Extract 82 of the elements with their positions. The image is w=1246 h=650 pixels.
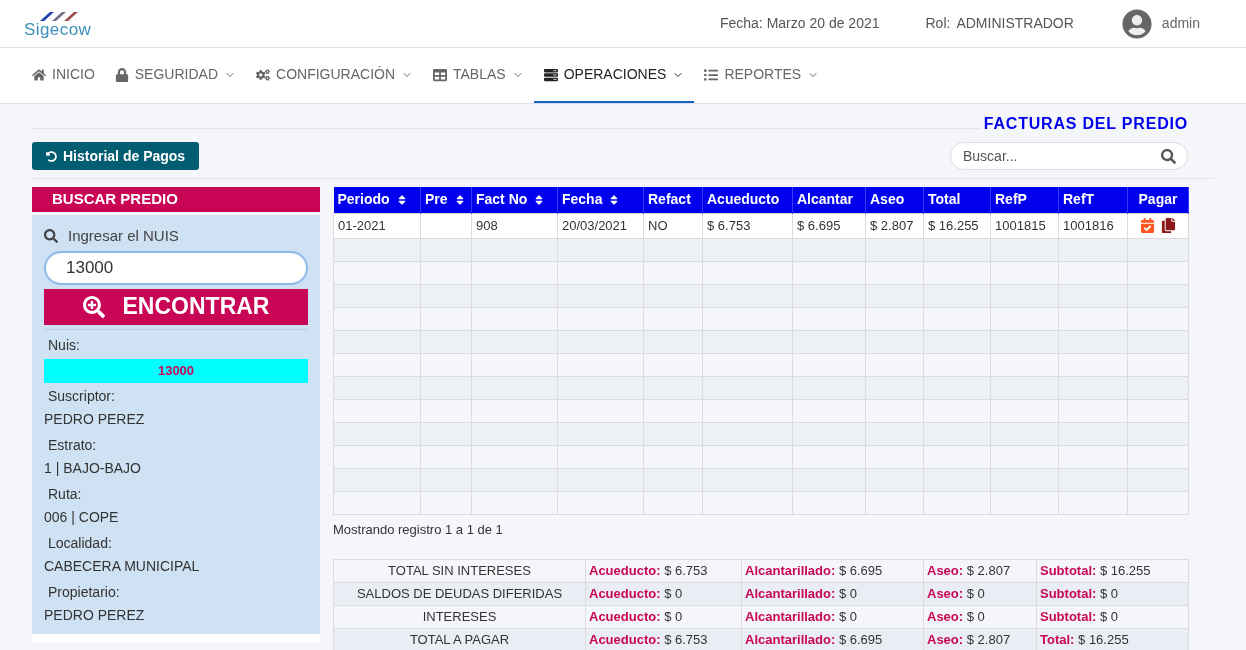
input-label: Ingresar el NUIS (68, 226, 179, 246)
field-label: Nuis: (47, 335, 81, 355)
summary-label: TOTAL A PAGAR (333, 628, 586, 650)
server-icon (543, 67, 558, 82)
search-field[interactable]: Buscar... (950, 142, 1188, 170)
column-header: RefP (990, 187, 1059, 213)
nav-tab[interactable]: SEGURIDAD (104, 48, 246, 103)
table-cell: $ 6.695 (792, 213, 866, 238)
field-value: PEDRO PEREZ (44, 605, 146, 625)
nuis-value: 13000 (44, 358, 308, 383)
summary-label: SALDOS DE DEUDAS DIFERIDAS (333, 582, 586, 606)
history-icon (46, 150, 57, 162)
summary-cell: Subtotal: $ 16.255 (1036, 559, 1189, 583)
column-header: Alcantar (792, 187, 866, 213)
role-text: ADMINISTRADOR (956, 14, 1074, 33)
panel-title: BUSCAR PREDIO (32, 187, 320, 212)
field-value: 1 | BAJO-BAJO (44, 458, 142, 478)
table-cell: 20/03/2021 (557, 213, 644, 238)
field-value: 006 | COPE (44, 507, 120, 527)
nav-tab[interactable]: TABLAS (423, 48, 534, 103)
gears-icon (256, 67, 270, 82)
table-cell: $ 16.255 (923, 213, 991, 238)
zoom-in-icon (82, 295, 105, 318)
column-header[interactable]: Fecha (557, 187, 644, 213)
field-label: Ruta: (47, 484, 83, 504)
table-icon (433, 67, 447, 82)
summary-cell: Alcantarillado: $ 0 (741, 582, 924, 606)
column-header[interactable]: Pre (420, 187, 472, 213)
column-header: Refact (643, 187, 703, 213)
summary-cell: Acueducto: $ 6.753 (585, 559, 742, 583)
column-header[interactable]: Fact No (471, 187, 558, 213)
find-button[interactable]: ENCONTRAR (44, 288, 308, 325)
column-header: Acueducto (702, 187, 793, 213)
summary-cell: Aseo: $ 2.807 (923, 559, 1037, 583)
table-cell: 01-2021 (333, 213, 421, 238)
field-label: Suscriptor: (47, 386, 116, 406)
field-value: PEDRO PEREZ (44, 409, 146, 429)
payment-history-button[interactable]: Historial de Pagos (32, 142, 200, 170)
list-icon (704, 67, 719, 82)
summary-cell: Alcantarillado: $ 0 (741, 605, 924, 629)
summary-cell: Alcantarillado: $ 6.695 (741, 559, 924, 583)
section-title: FACTURAS DEL PREDIO (983, 114, 1188, 134)
table-cell: 1001816 (1058, 213, 1128, 238)
column-header: Aseo (865, 187, 924, 213)
table-cell: $ 2.807 (865, 213, 924, 238)
logo: Sigecow (24, 9, 92, 38)
nav-tab[interactable]: INICIO (22, 48, 105, 103)
table-cell: 908 (471, 213, 558, 238)
table-cell: NO (643, 213, 703, 238)
field-label: Propietario: (47, 582, 121, 602)
calendar-check-icon[interactable] (1140, 218, 1155, 233)
records-info: Mostrando registro 1 a 1 de 1 (333, 520, 504, 539)
column-header[interactable]: Periodo (333, 187, 421, 213)
role-label: Rol: (925, 14, 951, 33)
column-header: Total (923, 187, 991, 213)
field-label: Localidad: (47, 533, 113, 553)
summary-cell: Acueducto: $ 0 (585, 582, 742, 606)
nuis-input-field[interactable]: 13000 (44, 250, 308, 285)
user-name[interactable]: admin (1161, 13, 1200, 34)
nav-tab[interactable]: REPORTES (694, 48, 830, 103)
search-icon[interactable] (1161, 149, 1176, 164)
user-avatar-icon[interactable] (1121, 8, 1152, 39)
field-value: CABECERA MUNICIPAL (44, 556, 201, 576)
summary-label: INTERESES (333, 605, 586, 629)
nav-tab[interactable]: CONFIGURACIÓN (246, 48, 423, 103)
summary-cell: Subtotal: $ 0 (1036, 605, 1189, 629)
summary-label: TOTAL SIN INTERESES (333, 559, 586, 583)
field-label: Estrato: (47, 435, 98, 455)
summary-cell: Subtotal: $ 0 (1036, 582, 1189, 606)
summary-cell: Aseo: $ 0 (923, 582, 1037, 606)
table-cell: 1001815 (990, 213, 1059, 238)
search-icon (44, 229, 58, 244)
table-cell: $ 6.753 (702, 213, 793, 238)
column-header: RefT (1058, 187, 1128, 213)
summary-cell: Acueducto: $ 0 (585, 605, 742, 629)
lock-icon (114, 67, 129, 82)
documents-icon[interactable] (1161, 218, 1176, 233)
column-header: Pagar (1127, 187, 1189, 213)
summary-cell: Aseo: $ 0 (923, 605, 1037, 629)
home-icon (32, 67, 46, 82)
date-text: Fecha: Marzo 20 de 2021 (719, 14, 880, 33)
nav-tab[interactable]: OPERACIONES (533, 48, 695, 103)
